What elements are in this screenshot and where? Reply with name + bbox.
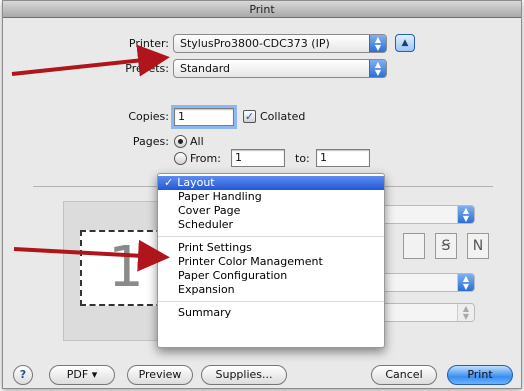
annotation-arrow-print-settings [13,239,170,272]
annotation-arrows [11,44,170,272]
annotation-arrow-printer [11,44,170,77]
